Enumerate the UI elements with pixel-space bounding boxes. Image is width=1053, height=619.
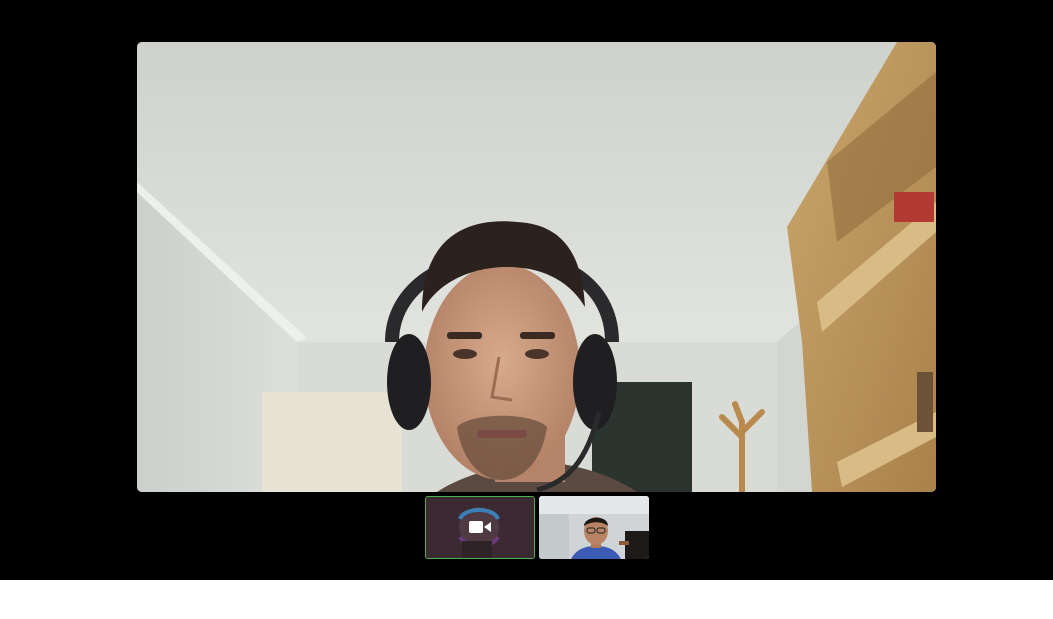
- page-footer-space: [0, 580, 1053, 619]
- camera-on-icon[interactable]: [466, 515, 494, 539]
- speaker-video-frame: [137, 42, 936, 492]
- video-call-window: [0, 0, 1053, 580]
- main-speaker-video[interactable]: [137, 42, 936, 492]
- self-view-thumbnail[interactable]: [425, 496, 535, 559]
- participant-thumbnail[interactable]: [539, 496, 649, 559]
- participant-video-frame: [539, 496, 649, 559]
